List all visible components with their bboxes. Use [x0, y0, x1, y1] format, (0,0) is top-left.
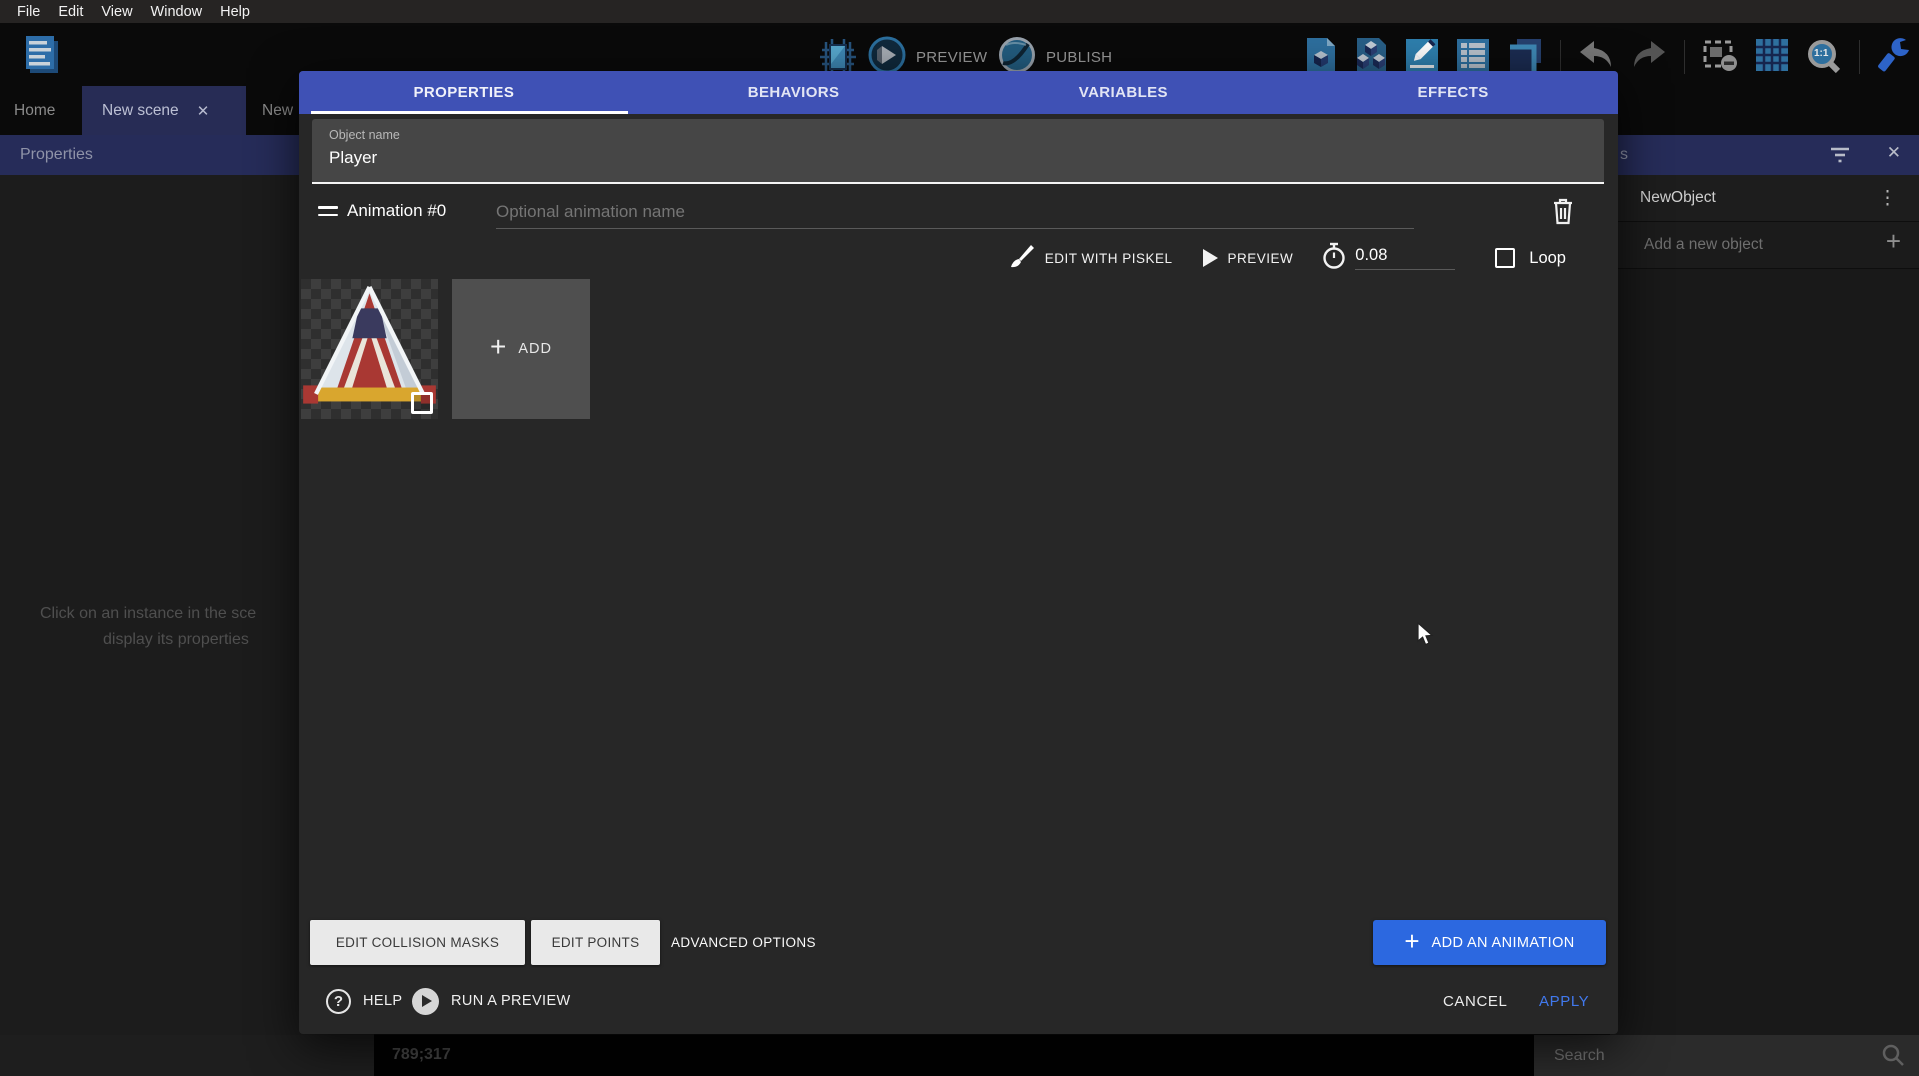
filter-icon[interactable] — [1829, 145, 1851, 170]
objects-panel-close-icon[interactable]: ✕ — [1887, 143, 1901, 163]
tab-home[interactable]: Home — [0, 86, 80, 135]
object-editor-dialog: PROPERTIES BEHAVIORS VARIABLES EFFECTS O… — [299, 71, 1618, 1034]
search-icon[interactable] — [1881, 1043, 1905, 1072]
edit-points-button[interactable]: EDIT POINTS — [531, 920, 660, 965]
toolbar-separator — [1859, 40, 1860, 74]
cancel-button[interactable]: CANCEL — [1443, 976, 1507, 1026]
menu-edit[interactable]: Edit — [49, 4, 92, 20]
edit-points-label: EDIT POINTS — [552, 935, 640, 950]
publish-label: PUBLISH — [1046, 49, 1112, 66]
object-item-name: NewObject — [1640, 189, 1716, 207]
tools-icon[interactable] — [1877, 37, 1911, 78]
grid-icon[interactable] — [1755, 37, 1789, 78]
add-frame-plus-icon: + — [490, 331, 506, 363]
help-icon: ? — [326, 989, 351, 1014]
menu-help[interactable]: Help — [211, 4, 259, 20]
add-frame-tile[interactable]: + ADD — [452, 279, 590, 419]
toolbar-separator — [1684, 40, 1685, 74]
sprite-frame-thumbnail[interactable] — [301, 279, 438, 419]
drag-handle-icon[interactable] — [318, 206, 338, 216]
zoom-1-1-glyph: 1:1 — [1814, 48, 1828, 59]
frame-select-checkbox[interactable] — [411, 392, 433, 414]
menu-file[interactable]: File — [8, 4, 49, 20]
redo-icon[interactable] — [1631, 39, 1667, 76]
run-a-preview-button[interactable]: RUN A PREVIEW — [412, 976, 571, 1026]
active-tab-indicator — [311, 111, 628, 114]
loop-toggle[interactable]: Loop — [1495, 248, 1566, 268]
dialog-tab-behaviors[interactable]: BEHAVIORS — [629, 71, 959, 114]
menu-view[interactable]: View — [92, 4, 141, 20]
apply-button[interactable]: APPLY — [1539, 976, 1589, 1026]
tab-home-label: Home — [14, 102, 55, 120]
animation-preview-label: PREVIEW — [1228, 251, 1294, 266]
run-a-preview-label: RUN A PREVIEW — [451, 993, 571, 1009]
dialog-actions-row: ? HELP RUN A PREVIEW CANCEL APPLY — [299, 976, 1618, 1026]
tab-close-icon[interactable]: ✕ — [197, 102, 210, 120]
search-bar — [1534, 1035, 1919, 1076]
object-list-item[interactable]: NewObject ⋮ — [1610, 175, 1919, 222]
add-new-object-label: Add a new object — [1644, 236, 1763, 254]
delete-animation-icon[interactable] — [1549, 195, 1577, 232]
tab-new-scene[interactable]: New scene ✕ — [82, 86, 246, 135]
add-frame-label: ADD — [518, 341, 552, 357]
add-new-object-row[interactable]: Add a new object + — [1610, 222, 1919, 269]
apply-label: APPLY — [1539, 993, 1589, 1010]
properties-panel-title: Properties — [20, 146, 93, 164]
loop-checkbox-icon[interactable] — [1495, 248, 1515, 268]
objects-panel-title-fragment: s — [1620, 146, 1628, 164]
menu-window[interactable]: Window — [142, 4, 212, 20]
cursor-coordinates: 789;317 — [392, 1046, 451, 1064]
cancel-label: CANCEL — [1443, 993, 1507, 1010]
dialog-tab-properties[interactable]: PROPERTIES — [299, 71, 629, 114]
object-name-field[interactable]: Object name Player — [312, 119, 1604, 184]
search-input[interactable] — [1554, 1035, 1854, 1076]
zoom-1-1-icon[interactable]: 1:1 — [1806, 39, 1842, 75]
help-label: HELP — [363, 993, 402, 1009]
add-animation-plus-icon: + — [1404, 926, 1419, 957]
dialog-tab-bar: PROPERTIES BEHAVIORS VARIABLES EFFECTS — [299, 71, 1618, 114]
tab-new-partial-label: New — [262, 102, 293, 120]
dialog-tab-effects[interactable]: EFFECTS — [1288, 71, 1618, 114]
preview-label: PREVIEW — [916, 49, 987, 66]
mask-selection-icon[interactable] — [1702, 37, 1738, 78]
add-object-plus-icon: + — [1886, 226, 1901, 257]
objects-panel-header: s ✕ — [1610, 135, 1919, 175]
run-preview-play-icon — [412, 988, 439, 1015]
undo-icon[interactable] — [1578, 39, 1614, 76]
animation-header-row: Animation #0 — [299, 193, 1618, 233]
brush-icon — [1009, 243, 1035, 274]
objects-panel: s ✕ NewObject ⋮ Add a new object + — [1610, 135, 1919, 1076]
add-an-animation-label: ADD AN ANIMATION — [1432, 935, 1575, 951]
edit-collision-masks-label: EDIT COLLISION MASKS — [336, 935, 499, 950]
stopwatch-icon — [1321, 242, 1347, 275]
animation-preview-button[interactable]: PREVIEW — [1203, 249, 1294, 267]
scene-canvas-strip: 789;317 — [374, 1035, 1534, 1076]
dialog-tab-variables[interactable]: VARIABLES — [959, 71, 1289, 114]
advanced-options-label: ADVANCED OPTIONS — [671, 935, 816, 950]
gdevelop-window: File Edit View Window Help — [0, 0, 1919, 1076]
properties-empty-message-line2: display its properties — [103, 631, 249, 649]
bottom-left-panel-strip — [0, 1035, 374, 1076]
project-manager-icon[interactable] — [20, 31, 66, 77]
edit-with-piskel-button[interactable]: EDIT WITH PISKEL — [1009, 243, 1173, 274]
advanced-options-button[interactable]: ADVANCED OPTIONS — [671, 920, 816, 965]
loop-label: Loop — [1529, 249, 1566, 268]
menu-bar: File Edit View Window Help — [0, 0, 1919, 23]
animation-title: Animation #0 — [347, 201, 446, 221]
edit-with-piskel-label: EDIT WITH PISKEL — [1045, 251, 1173, 266]
object-item-menu-icon[interactable]: ⋮ — [1878, 187, 1897, 210]
tab-new-scene-label: New scene — [102, 102, 179, 120]
help-button[interactable]: ? HELP — [326, 976, 402, 1026]
play-icon — [1203, 249, 1218, 267]
object-name-value: Player — [329, 148, 377, 168]
object-name-label: Object name — [329, 128, 400, 142]
add-an-animation-button[interactable]: + ADD AN ANIMATION — [1373, 920, 1606, 965]
time-between-frames-value[interactable]: 0.08 — [1355, 246, 1455, 270]
properties-empty-message-line1: Click on an instance in the sce — [40, 605, 256, 623]
animation-controls-row: EDIT WITH PISKEL PREVIEW 0.08 — [299, 237, 1618, 279]
toolbar-separator — [1560, 40, 1561, 74]
edit-collision-masks-button[interactable]: EDIT COLLISION MASKS — [310, 920, 525, 965]
animation-name-input[interactable] — [496, 195, 1414, 229]
time-between-frames-field[interactable]: 0.08 — [1321, 242, 1455, 275]
